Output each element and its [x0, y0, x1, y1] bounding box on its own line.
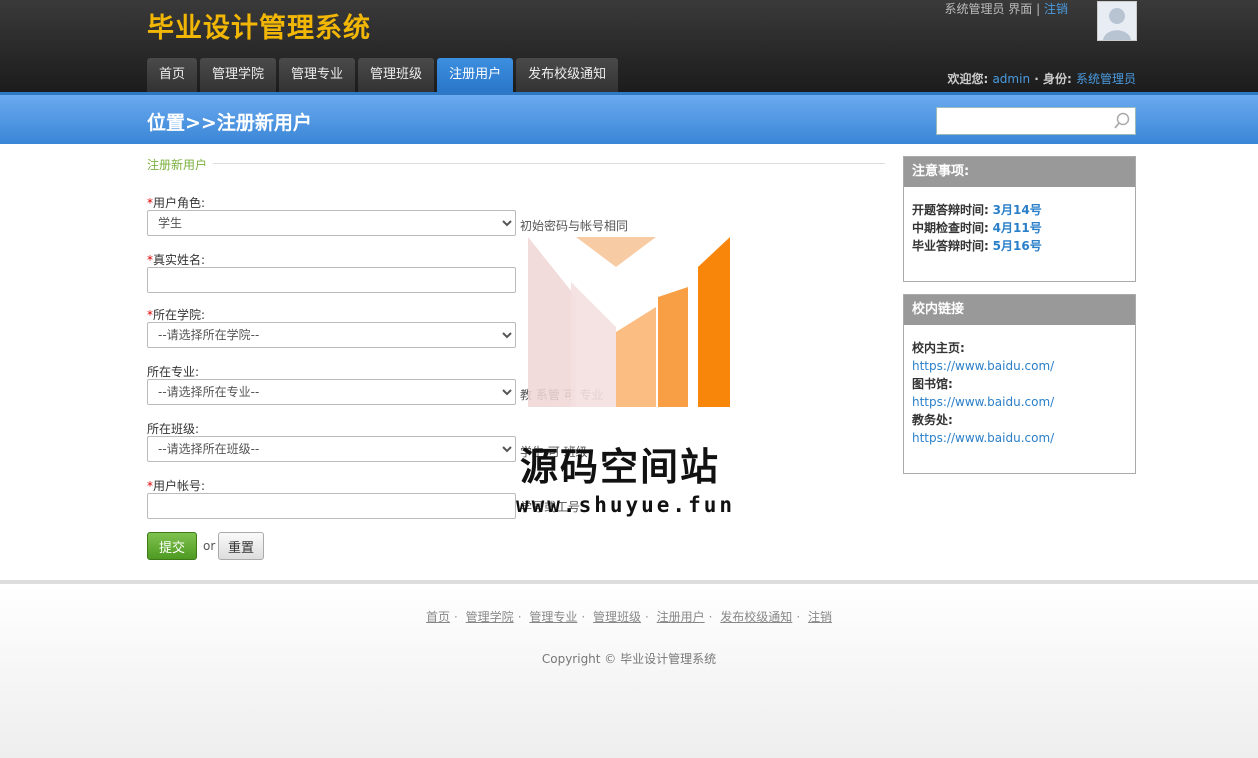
major-hint: 教 系管 可 专业 [520, 388, 604, 402]
nav-publish-notice[interactable]: 发布校级通知 [516, 58, 619, 92]
form-legend: 注册新用户 [147, 156, 885, 172]
academic-office-link[interactable]: https://www.baidu.com/ [912, 429, 1127, 447]
user-bar: 系统管理员 界面 | 注销 [944, 2, 1068, 16]
welcome-bar: 欢迎您: admin · 身份: 系统管理员 [947, 70, 1136, 87]
search-icon[interactable] [1113, 112, 1131, 130]
college-label: 所在学院: [153, 308, 206, 322]
footer-links: 首页 · 管理学院 · 管理专业 · 管理班级 · 注册用户 · 发布校级通知 · 注销 [426, 610, 832, 624]
notice-box: 注意事项: 开题答辩时间: 3月14号 中期检查时间: 4月11号 毕业答辩时间… [903, 156, 1136, 282]
links-box: 校内链接 校内主页: https://www.baidu.com/ 图书馆: h… [903, 294, 1136, 474]
name-field: *真实姓名: [147, 251, 516, 293]
identity-label: · 身份: [1034, 72, 1072, 86]
links-title: 校内链接 [904, 295, 1135, 325]
footer-link-major[interactable]: 管理专业 [529, 610, 577, 624]
location-bar: 位置>>注册新用户 [0, 92, 1258, 144]
footer-link-college[interactable]: 管理学院 [466, 610, 514, 624]
app-logo: 毕业设计管理系统 [147, 13, 371, 44]
link-label: 校内主页: [912, 341, 965, 355]
class-label: 所在班级: [147, 422, 200, 436]
link-label: 教务处: [912, 413, 953, 427]
submit-button[interactable]: 提交 [147, 532, 197, 560]
account-input[interactable] [147, 493, 516, 519]
role-field: *用户角色: 学生 初始密码与帐号相同 [147, 194, 628, 236]
username-link[interactable]: admin [992, 72, 1030, 86]
footer-link-logout[interactable]: 注销 [808, 610, 832, 624]
campus-home-link[interactable]: https://www.baidu.com/ [912, 357, 1127, 375]
major-select[interactable]: --请选择所在专业-- [147, 379, 516, 405]
footer: 首页 · 管理学院 · 管理专业 · 管理班级 · 注册用户 · 发布校级通知 · 注销 C… [0, 580, 1258, 758]
role-label: 用户角色: [153, 196, 206, 210]
avatar[interactable] [1097, 1, 1137, 41]
account-field: *用户帐号: 学号或工号 [147, 477, 580, 519]
notice-item: 开题答辩时间: 3月14号 [912, 203, 1042, 217]
footer-link-notice[interactable]: 发布校级通知 [720, 610, 792, 624]
role-select[interactable]: 学生 [147, 210, 516, 236]
nav-manage-college[interactable]: 管理学院 [200, 58, 277, 92]
notice-item: 毕业答辩时间: 5月16号 [912, 239, 1042, 253]
nav-register-user[interactable]: 注册用户 [437, 58, 514, 92]
nav-manage-major[interactable]: 管理专业 [279, 58, 356, 92]
nav-manage-class[interactable]: 管理班级 [358, 58, 435, 92]
search-input[interactable] [937, 108, 1107, 134]
footer-link-register[interactable]: 注册用户 [657, 610, 705, 624]
name-label: 真实姓名: [153, 253, 206, 267]
nav-home[interactable]: 首页 [147, 58, 198, 92]
main-nav: 首页 管理学院 管理专业 管理班级 注册用户 发布校级通知 [147, 58, 619, 92]
role-hint: 初始密码与帐号相同 [520, 219, 629, 233]
college-field: *所在学院: --请选择所在学院-- [147, 306, 516, 348]
class-select[interactable]: --请选择所在班级-- [147, 436, 516, 462]
reset-button[interactable]: 重置 [218, 532, 264, 560]
logout-link[interactable]: 注销 [1044, 2, 1068, 16]
notice-title: 注意事项: [904, 157, 1135, 187]
welcome-label: 欢迎您: [947, 72, 989, 86]
or-text: or [203, 539, 216, 553]
class-field: 所在班级: --请选择所在班级-- 学生 可 班级 [147, 420, 588, 462]
library-link[interactable]: https://www.baidu.com/ [912, 393, 1127, 411]
account-label: 用户帐号: [153, 479, 206, 493]
footer-link-home[interactable]: 首页 [426, 610, 450, 624]
copyright: Copyright © 毕业设计管理系统 [541, 652, 717, 666]
role-label: 系统管理员 界面 [944, 2, 1033, 16]
notice-item: 中期检查时间: 4月11号 [912, 221, 1042, 235]
page-title: 位置>>注册新用户 [147, 112, 312, 134]
links-body: 校内主页: https://www.baidu.com/ 图书馆: https:… [904, 325, 1135, 457]
footer-link-class[interactable]: 管理班级 [593, 610, 641, 624]
real-name-input[interactable] [147, 267, 516, 293]
watermark-url: www.shuyue.fun [516, 493, 736, 517]
major-field: 所在专业: --请选择所在专业-- 教 系管 可 专业 [147, 363, 603, 405]
notice-body: 开题答辩时间: 3月14号 中期检查时间: 4月11号 毕业答辩时间: 5月16… [904, 187, 1135, 265]
user-icon [1098, 2, 1136, 40]
college-select[interactable]: --请选择所在学院-- [147, 322, 516, 348]
identity-link[interactable]: 系统管理员 [1076, 72, 1136, 86]
search-box [936, 107, 1136, 135]
major-label: 所在专业: [147, 365, 200, 379]
header: 毕业设计管理系统 系统管理员 界面 | 注销 首页 管理学院 管理专业 管理班级… [0, 0, 1258, 92]
link-label: 图书馆: [912, 377, 953, 391]
legend-text: 注册新用户 [147, 158, 214, 172]
watermark-text: 源码空间站 [520, 445, 721, 489]
